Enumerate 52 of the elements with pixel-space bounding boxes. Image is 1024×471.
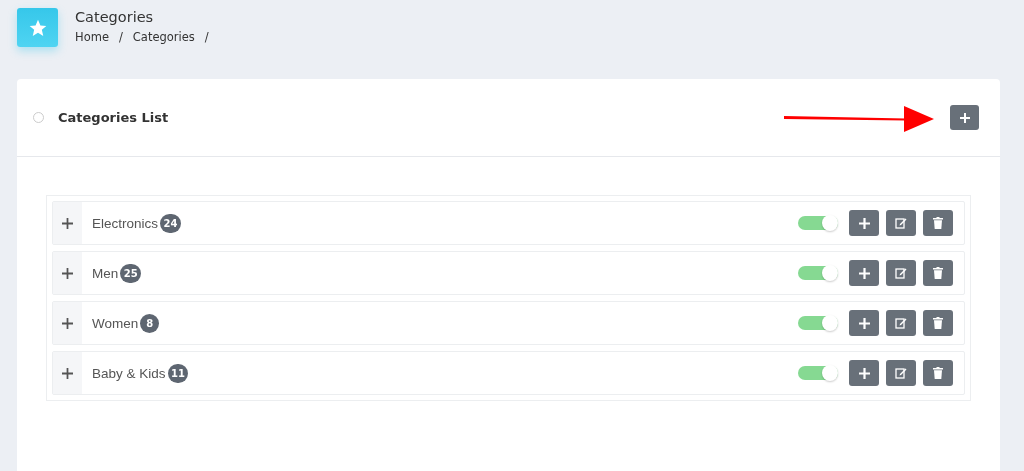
breadcrumb-separator: / (118, 30, 123, 44)
edit-button[interactable] (886, 260, 916, 286)
toggle-switch[interactable] (798, 366, 838, 380)
add-button[interactable] (849, 260, 879, 286)
breadcrumb-separator: / (204, 30, 209, 44)
toggle-switch[interactable] (798, 216, 838, 230)
add-button[interactable] (849, 210, 879, 236)
category-name: Men (92, 265, 119, 281)
plus-icon (858, 267, 870, 279)
breadcrumb-link[interactable]: Home (75, 30, 109, 44)
expand-icon[interactable] (53, 302, 82, 344)
trash-icon (933, 367, 943, 379)
add-button[interactable] (849, 310, 879, 336)
category-row[interactable]: Women 8 (52, 301, 965, 345)
trash-icon (933, 217, 943, 229)
category-row[interactable]: Baby & Kids 11 (52, 351, 965, 395)
count-badge: 24 (160, 213, 181, 233)
count-badge: 25 (120, 263, 142, 283)
breadcrumb-link[interactable]: Categories (132, 30, 195, 44)
add-button[interactable] (849, 360, 879, 386)
category-row[interactable]: Men 25 (52, 251, 965, 295)
plus-icon (858, 367, 870, 379)
category-row[interactable]: Electronics 24 (52, 201, 965, 245)
edit-icon (895, 267, 907, 279)
count-badge: 11 (167, 363, 189, 383)
toggle-switch[interactable] (798, 266, 838, 280)
edit-button[interactable] (886, 310, 916, 336)
expand-icon[interactable] (53, 252, 82, 294)
trash-icon (933, 317, 943, 329)
page-title: Categories (75, 9, 155, 25)
count-badge: 8 (140, 313, 160, 333)
expand-icon[interactable] (53, 352, 82, 394)
plus-icon (858, 217, 870, 229)
delete-button[interactable] (923, 360, 953, 386)
edit-icon (895, 317, 907, 329)
add-button[interactable] (950, 105, 979, 130)
trash-icon (933, 267, 943, 279)
card-title: Categories List (58, 110, 169, 125)
edit-button[interactable] (886, 210, 916, 236)
edit-icon (895, 217, 907, 229)
category-name: Baby & Kids (92, 365, 166, 381)
expand-icon[interactable] (53, 202, 82, 244)
delete-button[interactable] (923, 260, 953, 286)
plus-icon (959, 112, 970, 123)
toggle-switch[interactable] (798, 316, 838, 330)
category-name: Electronics (92, 215, 159, 231)
edit-icon (895, 367, 907, 379)
delete-button[interactable] (923, 310, 953, 336)
delete-button[interactable] (923, 210, 953, 236)
category-name: Women (92, 315, 139, 331)
plus-icon (858, 317, 870, 329)
edit-button[interactable] (886, 360, 916, 386)
